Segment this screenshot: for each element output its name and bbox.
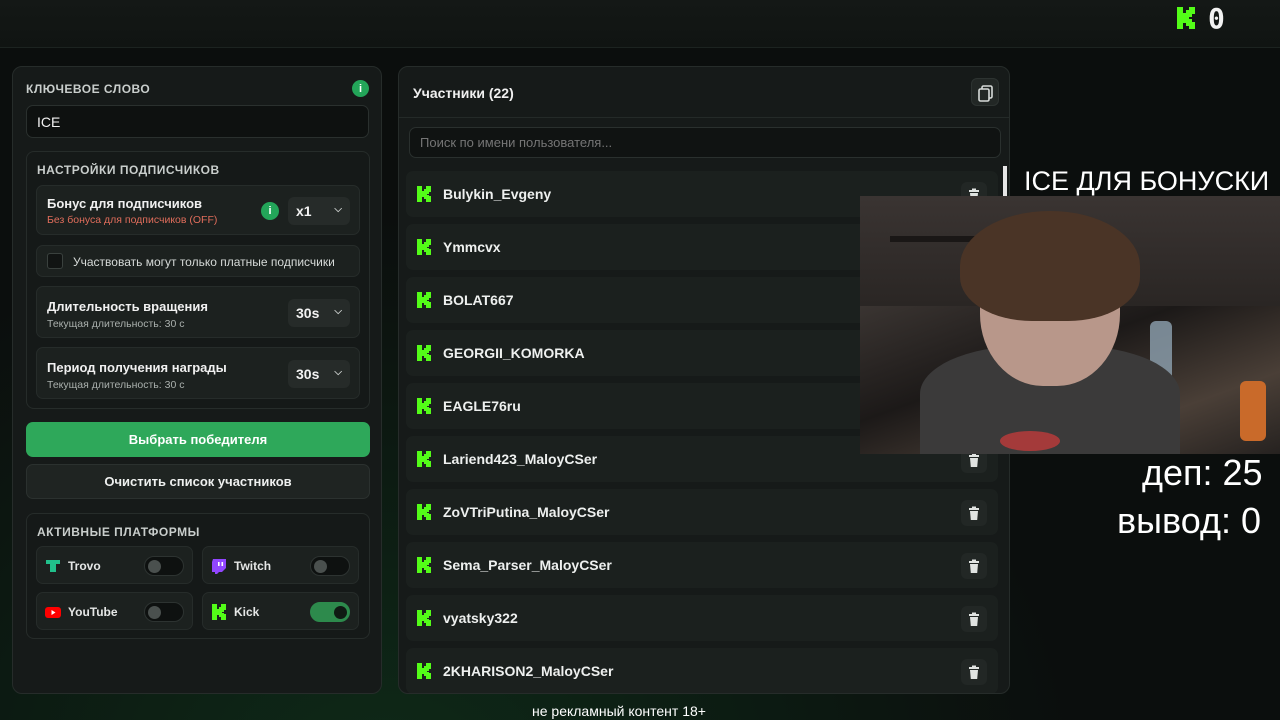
participant-search-input[interactable] — [409, 127, 1001, 158]
participant-name: vyatsky322 — [443, 610, 518, 626]
trovo-icon — [46, 560, 60, 572]
participant-name: 2KHARISON2_MaloyCSer — [443, 663, 614, 679]
platform-label: Kick — [234, 605, 260, 619]
reward-period-subtitle: Текущая длительность: 30 с — [47, 379, 185, 391]
trash-icon — [969, 506, 979, 520]
bonus-multiplier-value: x1 — [296, 203, 312, 219]
youtube-icon — [45, 607, 61, 618]
pick-winner-button[interactable]: Выбрать победителя — [26, 422, 370, 457]
reward-period-select[interactable]: 30s ⌵ — [288, 360, 350, 388]
trovo-toggle[interactable] — [144, 556, 184, 576]
subscriber-bonus-row: Бонус для подписчиков Без бонуса для под… — [36, 185, 360, 235]
webcam-feed — [860, 196, 1280, 454]
platform-trovo: Trovo — [36, 546, 193, 584]
kick-icon — [417, 663, 431, 679]
spin-duration-row: Длительность вращения Текущая длительнос… — [36, 286, 360, 338]
spin-duration-title: Длительность вращения — [47, 299, 208, 314]
kick-icon — [417, 345, 431, 361]
copy-list-button[interactable] — [971, 78, 999, 106]
kick-icon — [417, 451, 431, 467]
bonus-multiplier-select[interactable]: x1 ⌵ — [288, 197, 350, 225]
bonus-subtitle: Без бонуса для подписчиков (OFF) — [47, 214, 218, 226]
platform-twitch: Twitch — [202, 546, 359, 584]
reward-period-row: Период получения награды Текущая длитель… — [36, 347, 360, 399]
kick-count: 0 — [1208, 2, 1225, 35]
kick-icon — [417, 292, 431, 308]
dep-counter: деп: 25 — [1142, 452, 1263, 493]
chevron-down-icon: ⌵ — [334, 306, 342, 317]
paid-only-row[interactable]: Участвовать могут только платные подписч… — [36, 245, 360, 277]
copy-icon — [978, 85, 993, 102]
platform-label: YouTube — [68, 605, 118, 619]
participant-name: BOLAT667 — [443, 292, 514, 308]
clear-participants-button[interactable]: Очистить список участников — [26, 464, 370, 499]
divider — [399, 117, 1009, 118]
remove-participant-button[interactable] — [961, 553, 987, 579]
participant-name: Ymmcvx — [443, 239, 501, 255]
bonus-title: Бонус для подписчиков — [47, 196, 203, 211]
participant-row: 2KHARISON2_MaloyCSer — [406, 648, 998, 693]
trash-icon — [969, 612, 979, 626]
platforms-title: АКТИВНЫЕ ПЛАТФОРМЫ — [37, 525, 200, 539]
kick-icon — [417, 610, 431, 626]
paid-only-label: Участвовать могут только платные подписч… — [73, 255, 335, 269]
vyvod-counter: вывод: 0 — [1117, 500, 1261, 541]
kick-toggle[interactable] — [310, 602, 350, 622]
subscriber-settings-title: НАСТРОЙКИ ПОДПИСЧИКОВ — [37, 163, 220, 177]
spin-duration-select[interactable]: 30s ⌵ — [288, 299, 350, 327]
youtube-toggle[interactable] — [144, 602, 184, 622]
kick-icon — [212, 604, 226, 620]
keyword-input[interactable] — [26, 105, 369, 138]
spin-duration-subtitle: Текущая длительность: 30 с — [47, 318, 185, 330]
kick-icon — [417, 504, 431, 520]
reward-period-title: Период получения награды — [47, 360, 227, 375]
twitch-toggle[interactable] — [310, 556, 350, 576]
kick-logo-icon — [1177, 7, 1195, 29]
chevron-down-icon: ⌵ — [334, 367, 342, 378]
participant-row: Sema_Parser_MaloyCSer — [406, 542, 998, 588]
participant-row: ZoVTriPutina_MaloyCSer — [406, 489, 998, 535]
trash-icon — [969, 665, 979, 679]
kick-icon — [417, 186, 431, 202]
keyword-title: КЛЮЧЕВОЕ СЛОВО — [26, 82, 151, 96]
platform-youtube: YouTube — [36, 592, 193, 630]
reward-period-value: 30s — [296, 366, 320, 382]
participant-name: Lariend423_MaloyCSer — [443, 451, 598, 467]
kick-icon — [417, 398, 431, 414]
participant-name: Sema_Parser_MaloyCSer — [443, 557, 612, 573]
keyword-banner: ICE ДЛЯ БОНУСКИ — [1024, 166, 1270, 196]
participants-title: Участники (22) — [413, 85, 514, 101]
subscriber-settings: НАСТРОЙКИ ПОДПИСЧИКОВ Бонус для подписчи… — [26, 151, 370, 409]
kick-icon — [417, 557, 431, 573]
participant-name: EAGLE76ru — [443, 398, 521, 414]
remove-participant-button[interactable] — [961, 659, 987, 685]
banner-bar — [1003, 166, 1007, 196]
paid-only-checkbox[interactable] — [47, 253, 63, 269]
participant-row: vyatsky322 — [406, 595, 998, 641]
spin-duration-value: 30s — [296, 305, 320, 321]
top-bar: 0 — [0, 0, 1280, 48]
twitch-icon — [212, 559, 226, 574]
chevron-down-icon: ⌵ — [334, 204, 342, 215]
active-platforms: АКТИВНЫЕ ПЛАТФОРМЫ Trovo Twitch YouTube … — [26, 513, 370, 639]
trash-icon — [969, 559, 979, 573]
platform-kick: Kick — [202, 592, 359, 630]
participant-name: ZoVTriPutina_MaloyCSer — [443, 504, 610, 520]
platform-label: Twitch — [234, 559, 272, 573]
remove-participant-button[interactable] — [961, 500, 987, 526]
kick-icon — [417, 239, 431, 255]
remove-participant-button[interactable] — [961, 606, 987, 632]
keyword-info-icon[interactable]: i — [352, 80, 369, 97]
footer-disclaimer: не рекламный контент 18+ — [532, 703, 706, 719]
platform-label: Trovo — [68, 559, 101, 573]
participant-name: Bulykin_Evgeny — [443, 186, 552, 202]
bonus-info-icon[interactable]: i — [261, 202, 279, 220]
participant-name: GEORGII_KOMORKA — [443, 345, 585, 361]
settings-panel: КЛЮЧЕВОЕ СЛОВО i НАСТРОЙКИ ПОДПИСЧИКОВ Б… — [12, 66, 382, 694]
